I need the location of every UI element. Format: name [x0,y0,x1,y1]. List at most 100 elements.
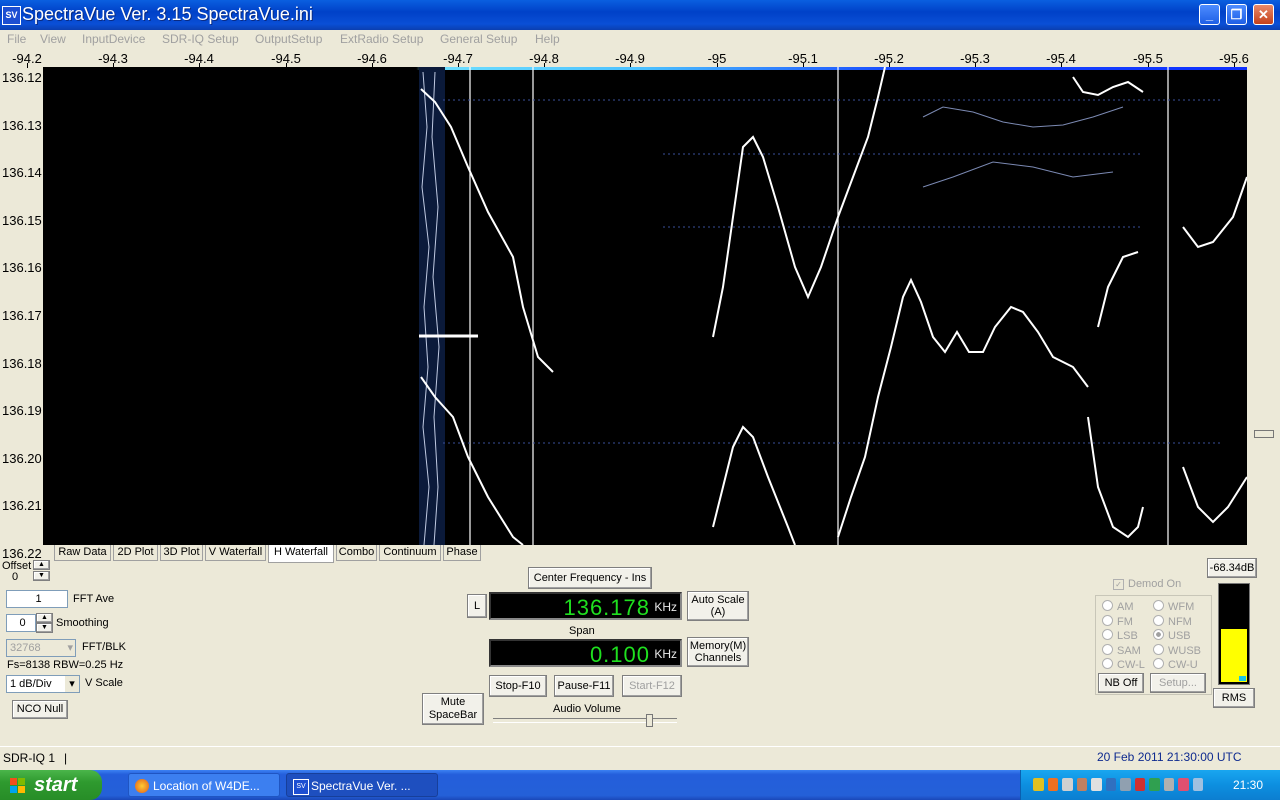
radio-icon [1102,643,1113,655]
memory-channels-button[interactable]: Memory(M) Channels [687,637,749,667]
demod-mode-nfm[interactable]: NFM [1153,614,1192,628]
time-axis-label: 136.17 [2,308,42,323]
demod-mode-fm[interactable]: FM [1102,614,1133,628]
start-button[interactable]: Start-F12 [622,675,682,697]
demod-mode-wfm[interactable]: WFM [1153,600,1194,613]
system-tray: 21:30 [1020,770,1280,800]
demod-mode-label: USB [1168,630,1191,642]
smoothing-up-button[interactable]: ▲ [36,613,53,623]
tab-raw-data[interactable]: Raw Data [54,545,111,561]
start-button[interactable]: start [0,770,102,800]
span-display: 0.100 KHz [489,639,682,667]
demod-mode-label: WFM [1168,601,1195,613]
demod-on-checkbox[interactable]: ✓ Demod On [1113,578,1181,590]
fs-info: Fs=8138 RBW=0.25 Hz [7,659,124,671]
mute-key: SpaceBar [428,709,478,721]
offset-down-button[interactable]: ▼ [33,571,50,581]
time-axis-label: 136.14 [2,165,42,180]
setup-button[interactable]: Setup... [1150,673,1206,693]
radio-icon [1102,629,1113,640]
tray-app-icon[interactable] [1076,778,1087,791]
tab-3d-plot[interactable]: 3D Plot [160,545,203,561]
tray-app-icon[interactable] [1149,778,1160,791]
channels-label: Channels [694,652,742,664]
menu-outputsetup[interactable]: OutputSetup [255,32,322,46]
menu-general-setup[interactable]: General Setup [440,32,517,46]
fft-ave-input[interactable]: 1 [6,590,68,608]
nco-null-button[interactable]: NCO Null [12,700,68,719]
stop-button[interactable]: Stop-F10 [489,675,547,697]
demod-mode-label: CW-U [1168,659,1198,671]
tray-app-icon[interactable] [1120,778,1131,791]
radio-icon [1102,658,1113,669]
demod-mode-cw-l[interactable]: CW-L [1102,658,1145,671]
task-spectravue[interactable]: SV SpectraVue Ver. ... [286,773,438,797]
minimize-button[interactable]: _ [1199,4,1220,25]
vscale-label: V Scale [85,677,123,689]
smoothing-down-button[interactable]: ▼ [36,623,53,633]
menu-help[interactable]: Help [535,32,560,46]
network-icon[interactable] [1062,778,1073,791]
volume-icon[interactable] [1091,778,1102,791]
close-button[interactable]: ✕ [1253,4,1274,25]
tray-app-icon[interactable] [1192,778,1203,791]
time-axis-label: 136.18 [2,356,42,371]
auto-scale-button[interactable]: Auto Scale (A) [687,591,749,621]
nb-off-button[interactable]: NB Off [1098,673,1144,693]
scrollbar-thumb[interactable] [1254,430,1274,438]
offset-up-button[interactable]: ▲ [33,560,50,570]
pause-button[interactable]: Pause-F11 [554,675,614,697]
security-icon[interactable] [1134,778,1145,791]
smoothing-label: Smoothing [56,617,109,629]
signal-meter [1218,583,1250,685]
span-label: Span [569,625,595,637]
frequency-display: 136.178 KHz [489,592,682,620]
tab-phase[interactable]: Phase [443,545,481,561]
vertical-scrollbar[interactable] [1249,67,1277,545]
audio-volume-thumb[interactable] [646,714,653,727]
menu-sdr-iq-setup[interactable]: SDR-IQ Setup [162,32,239,46]
tray-app-icon[interactable] [1163,778,1174,791]
chevron-down-icon: ▾ [67,642,73,654]
demod-mode-usb[interactable]: USB [1153,629,1191,642]
time-axis-label: 136.12 [2,70,42,85]
tab-h-waterfall[interactable]: H Waterfall [268,545,334,563]
tray-app-icon[interactable] [1033,778,1044,791]
demod-mode-wusb[interactable]: WUSB [1153,643,1201,657]
status-device: SDR-IQ 1 [3,751,56,765]
smoothing-input[interactable]: 0 [6,614,36,632]
menu-extradio-setup[interactable]: ExtRadio Setup [340,32,423,46]
radio-icon [1102,600,1113,611]
tab-v-waterfall[interactable]: V Waterfall [205,545,266,561]
radio-icon [1153,614,1164,626]
tab-combo[interactable]: Combo [336,545,377,561]
tray-app-icon[interactable] [1178,778,1189,791]
tray-app-icon[interactable] [1105,778,1116,791]
demod-mode-lsb[interactable]: LSB [1102,629,1138,642]
waterfall-display[interactable] [43,67,1247,545]
demod-mode-sam[interactable]: SAM [1102,643,1141,657]
maximize-button[interactable]: ❐ [1226,4,1247,25]
task-firefox[interactable]: Location of W4DE... [128,773,280,797]
menu-view[interactable]: View [40,32,66,46]
time-axis-label: 136.21 [2,498,42,513]
fft-blk-label: FFT/BLK [82,641,127,653]
demod-mode-am[interactable]: AM [1102,600,1134,613]
tray-app-icon[interactable] [1047,778,1058,791]
demod-mode-cw-u[interactable]: CW-U [1153,658,1198,671]
menu-file[interactable]: File [7,32,26,46]
tab-continuum[interactable]: Continuum [379,545,441,561]
fft-blk-value: 32768 [10,642,41,654]
auto-scale-label: Auto Scale [691,594,745,606]
signal-meter-fill [1221,629,1247,682]
center-frequency-button[interactable]: Center Frequency - Ins [528,567,652,589]
tab-2d-plot[interactable]: 2D Plot [113,545,158,561]
windows-logo-icon [10,777,26,793]
mute-button[interactable]: Mute SpaceBar [422,693,484,725]
l-button[interactable]: L [467,594,487,618]
fft-blk-select[interactable]: 32768 ▾ [6,639,76,657]
rms-button[interactable]: RMS [1213,688,1255,708]
vscale-select[interactable]: 1 dB/Div ▾ [6,675,80,693]
menu-inputdevice[interactable]: InputDevice [82,32,145,46]
span-value: 0.100 [589,642,650,667]
